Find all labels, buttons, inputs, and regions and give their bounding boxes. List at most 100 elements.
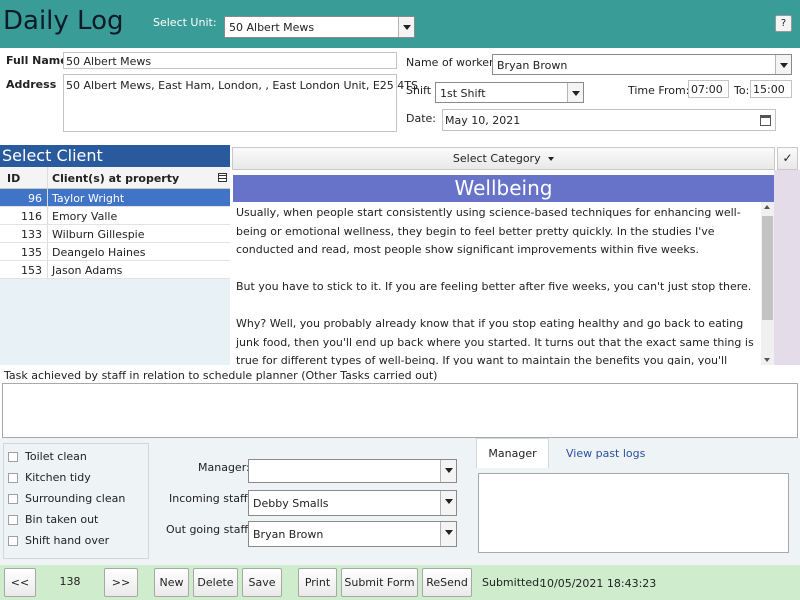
unit-label: Select Unit: <box>153 16 217 29</box>
time-to-value: 15:00 <box>753 83 785 96</box>
checkbox[interactable] <box>8 452 18 462</box>
calendar-icon[interactable] <box>760 115 771 126</box>
tab-manager[interactable]: Manager <box>476 438 549 468</box>
time-from-input[interactable]: 07:00 <box>688 80 729 98</box>
category-scrollbar[interactable] <box>761 202 774 365</box>
client-panel: ID Client(s) at property 96 Taylor Wright… <box>0 167 230 365</box>
manager-notes-textarea[interactable] <box>478 473 789 553</box>
help-button[interactable]: ? <box>775 15 792 32</box>
column-header-id[interactable]: ID <box>7 172 20 185</box>
select-category-label: Select Category <box>452 152 541 165</box>
full-name-label: Full Name <box>6 54 68 67</box>
date-label: Date: <box>406 112 436 125</box>
time-from-label: Time From: <box>628 84 690 97</box>
scroll-up-icon[interactable] <box>764 205 770 209</box>
select-category-dropdown[interactable]: Select Category <box>232 147 775 170</box>
client-name: Emory Valle <box>52 210 118 223</box>
submitted-label: Submitted: <box>482 576 543 589</box>
checklist-label: Kitchen tidy <box>25 471 91 484</box>
client-row[interactable]: 153 Jason Adams <box>0 261 230 279</box>
date-value: May 10, 2021 <box>445 114 521 127</box>
unit-select[interactable]: 50 Albert Mews <box>224 16 415 38</box>
previous-record-button[interactable]: << <box>4 568 36 597</box>
shift-select-value: 1st Shift <box>440 87 486 100</box>
chevron-down-icon[interactable] <box>440 460 456 482</box>
submit-form-button[interactable]: Submit Form <box>341 568 418 597</box>
next-record-button[interactable]: >> <box>104 568 138 597</box>
incoming-staff-select[interactable]: Debby Smalls <box>248 490 457 516</box>
checkbox[interactable] <box>8 494 18 504</box>
client-row[interactable]: 135 Deangelo Haines <box>0 243 230 261</box>
caret-down-icon <box>548 157 555 161</box>
submitted-timestamp: 10/05/2021 18:43:23 <box>540 577 657 590</box>
category-paragraph: Why? Well, you probably already know tha… <box>236 317 754 365</box>
checkbox[interactable] <box>8 473 18 483</box>
client-id: 135 <box>21 246 42 259</box>
shift-label: Shift <box>406 84 432 97</box>
tasks-textarea[interactable] <box>2 383 798 438</box>
scroll-down-icon[interactable] <box>764 358 770 362</box>
client-id: 153 <box>21 264 42 277</box>
chevron-down-icon[interactable] <box>775 55 791 74</box>
manager-label: Manager: <box>198 461 250 474</box>
client-id: 96 <box>28 192 42 205</box>
chevron-down-icon[interactable] <box>440 491 456 515</box>
address-value: 50 Albert Mews, East Ham, London, , East… <box>66 79 418 92</box>
scrollbar-thumb[interactable] <box>762 216 773 320</box>
category-paragraph: But you have to stick to it. If you are … <box>236 280 752 293</box>
client-table: ID Client(s) at property 96 Taylor Wright… <box>0 167 230 279</box>
time-to-input[interactable]: 15:00 <box>750 80 792 98</box>
incoming-staff-label: Incoming staff: <box>169 492 252 505</box>
checklist-label: Toilet clean <box>25 450 87 463</box>
tab-view-past-logs[interactable]: View past logs <box>566 447 645 460</box>
full-name-field[interactable]: 50 Albert Mews <box>63 52 397 69</box>
address-label: Address <box>6 78 57 91</box>
select-client-title: Select Client <box>0 145 230 167</box>
new-button[interactable]: New <box>154 568 189 597</box>
confirm-category-button[interactable]: ✓ <box>777 147 798 170</box>
time-to-label: To: <box>734 84 750 97</box>
client-row[interactable]: 116 Emory Valle <box>0 207 230 225</box>
record-number: 138 <box>59 575 81 588</box>
manager-select[interactable] <box>248 459 457 483</box>
client-name: Jason Adams <box>52 264 123 277</box>
client-name: Wilburn Gillespie <box>52 228 145 241</box>
tasks-label: Task achieved by staff in relation to sc… <box>4 369 438 382</box>
app-title: Daily Log <box>3 6 124 36</box>
unit-select-value: 50 Albert Mews <box>229 21 315 34</box>
column-chooser-icon[interactable] <box>218 173 227 182</box>
chevron-down-icon[interactable] <box>398 17 414 37</box>
resend-button[interactable]: ReSend <box>422 568 472 597</box>
outgoing-staff-value: Bryan Brown <box>253 528 324 541</box>
address-field[interactable]: 50 Albert Mews, East Ham, London, , East… <box>63 74 418 132</box>
client-row[interactable]: 96 Taylor Wright <box>0 189 230 207</box>
category-title: Wellbeing <box>233 175 774 202</box>
date-picker[interactable]: May 10, 2021 <box>442 109 776 131</box>
delete-button[interactable]: Delete <box>193 568 238 597</box>
right-strip <box>774 170 800 365</box>
client-row[interactable]: 133 Wilburn Gillespie <box>0 225 230 243</box>
full-name-value: 50 Albert Mews <box>66 55 152 68</box>
outgoing-staff-select[interactable]: Bryan Brown <box>248 521 457 547</box>
checkbox[interactable] <box>8 515 18 525</box>
category-text-area[interactable]: Usually, when people start consistently … <box>233 202 774 365</box>
checkbox[interactable] <box>8 536 18 546</box>
worker-label: Name of worker <box>406 56 494 69</box>
checklist-label: Surrounding clean <box>25 492 126 505</box>
time-from-value: 07:00 <box>691 83 723 96</box>
shift-select[interactable]: 1st Shift <box>435 82 584 103</box>
worker-select-value: Bryan Brown <box>497 59 568 72</box>
client-name: Taylor Wright <box>52 192 125 205</box>
chevron-down-icon[interactable] <box>567 83 583 102</box>
print-button[interactable]: Print <box>298 568 337 597</box>
column-header-client[interactable]: Client(s) at property <box>52 172 179 185</box>
client-name: Deangelo Haines <box>52 246 146 259</box>
category-paragraph: Usually, when people start consistently … <box>236 206 741 256</box>
worker-select[interactable]: Bryan Brown <box>492 54 792 75</box>
checklist-label: Bin taken out <box>25 513 99 526</box>
checklist-label: Shift hand over <box>25 534 110 547</box>
client-id: 133 <box>21 228 42 241</box>
outgoing-staff-label: Out going staff: <box>166 523 252 536</box>
chevron-down-icon[interactable] <box>440 522 456 546</box>
save-button[interactable]: Save <box>242 568 282 597</box>
